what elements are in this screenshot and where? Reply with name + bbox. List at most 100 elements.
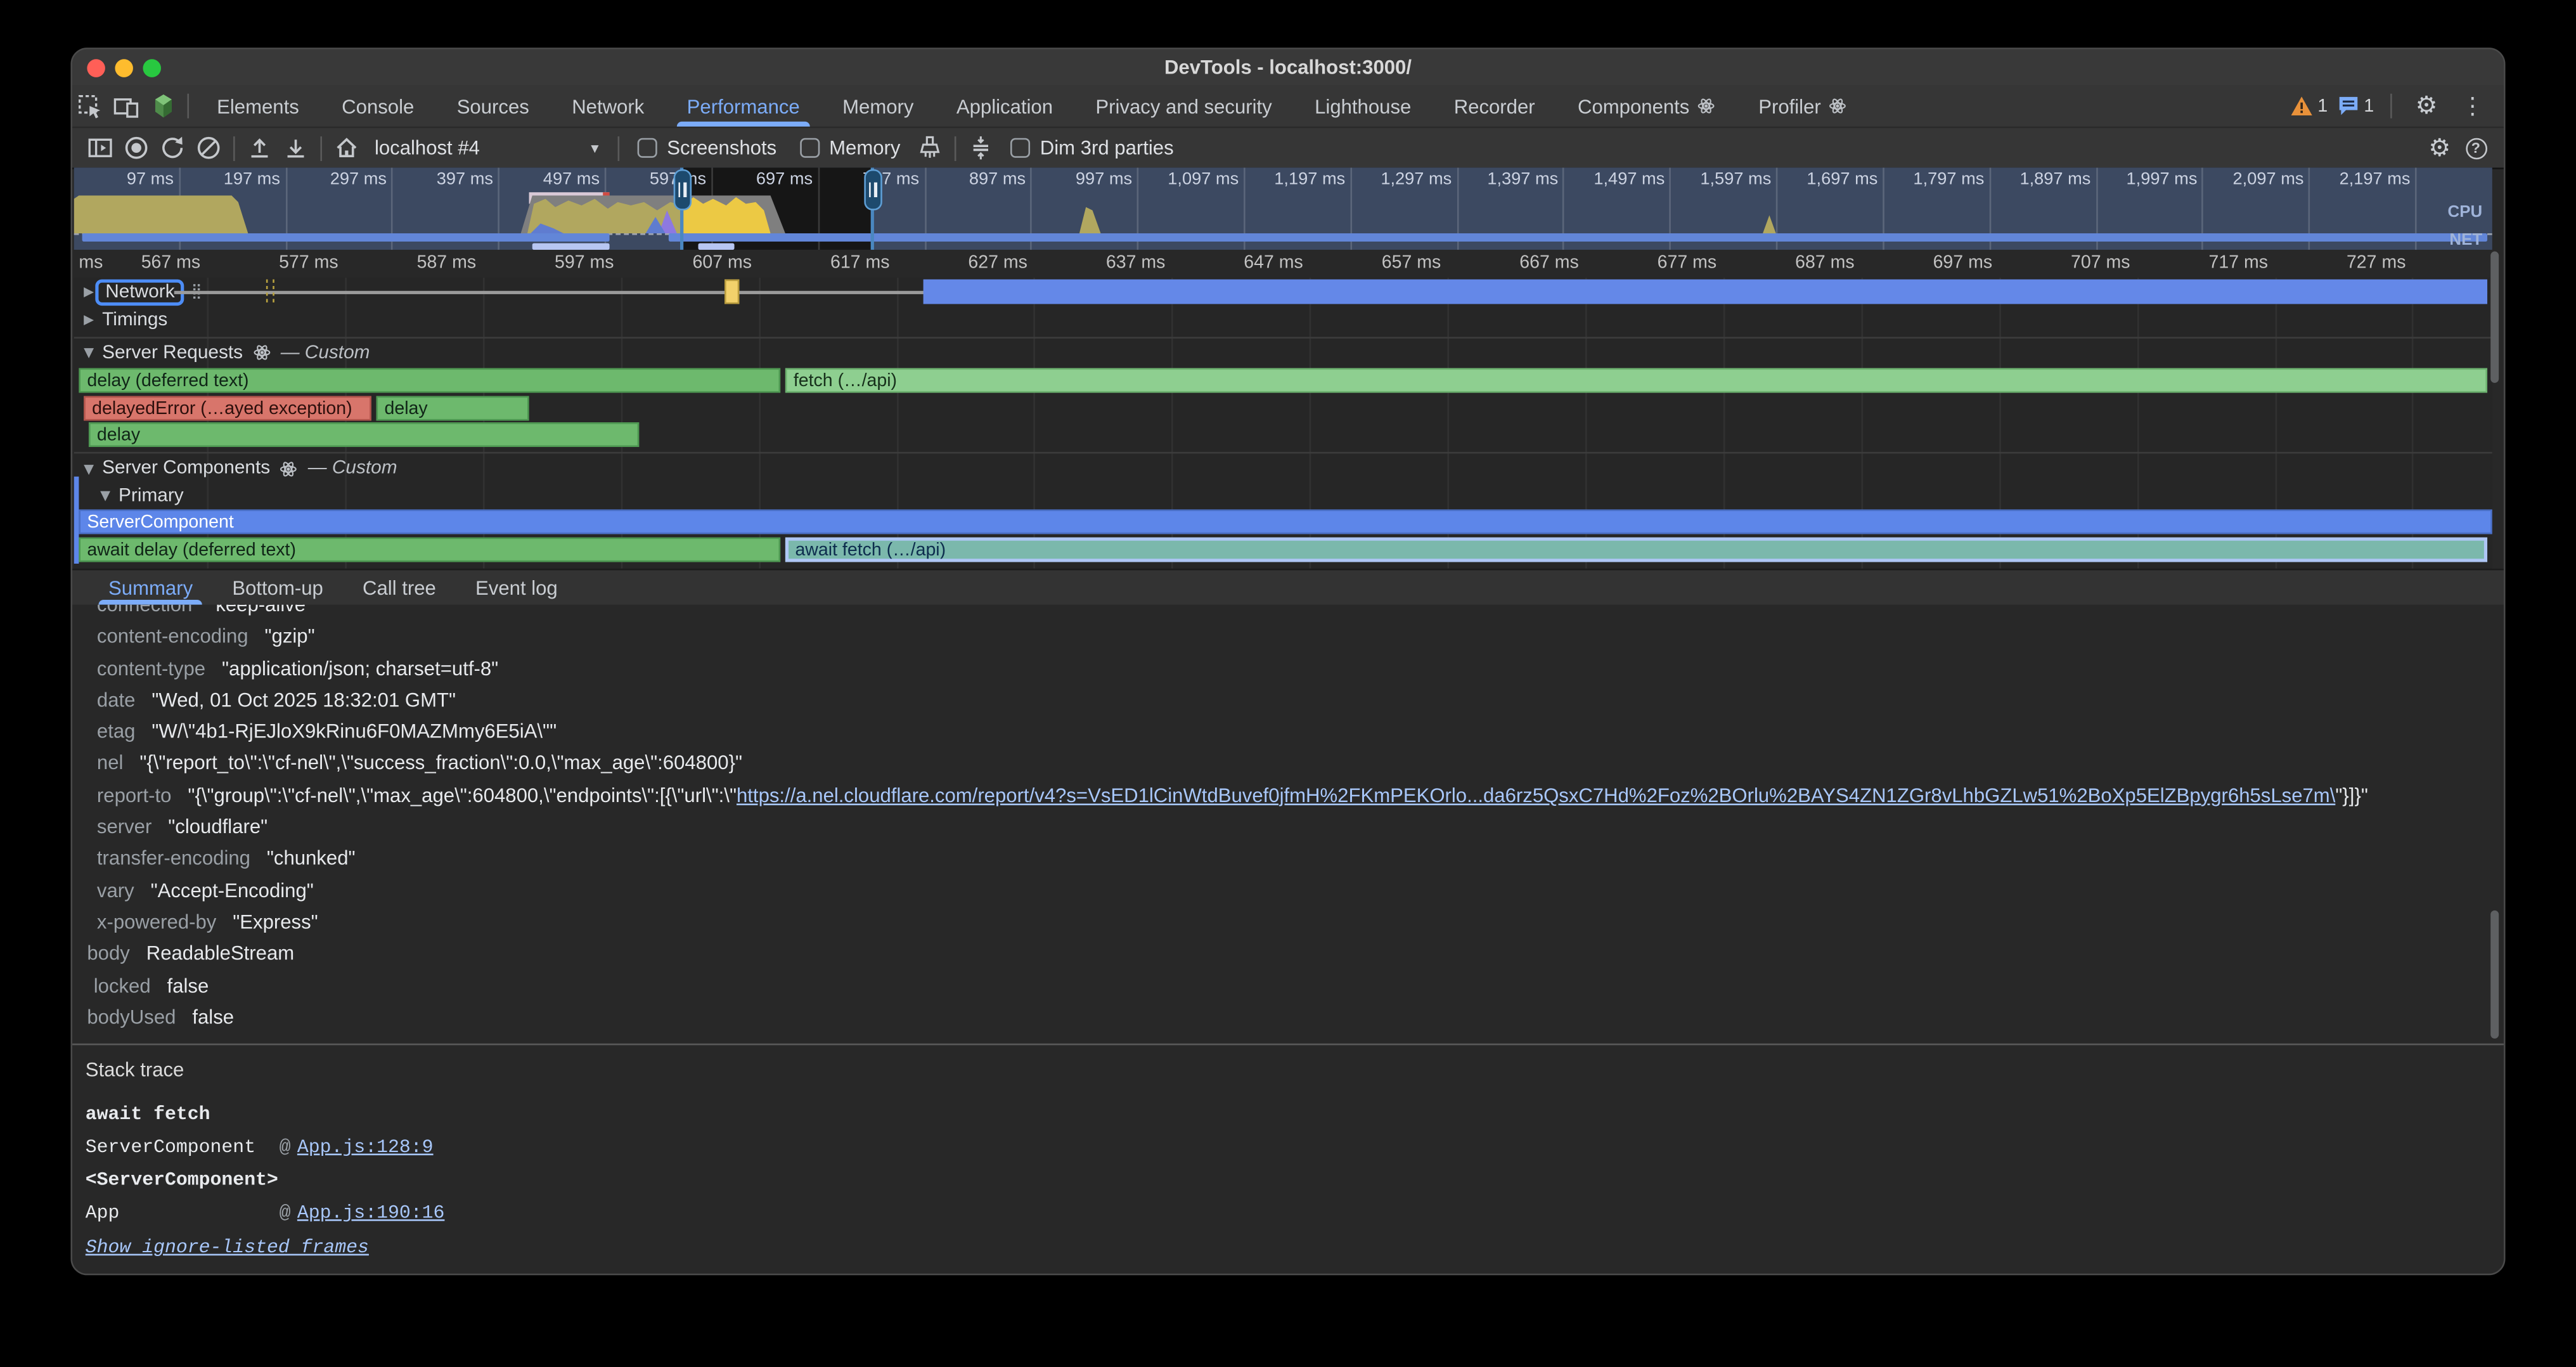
messages-badge[interactable]: 1: [2338, 95, 2374, 117]
collapse-triangle-icon[interactable]: ▶: [84, 312, 94, 327]
selection-handle-left[interactable]: [673, 169, 691, 211]
header-row: lockedfalse: [72, 971, 2504, 1002]
atom-icon: [1697, 97, 1716, 115]
timeline-overview[interactable]: 97 ms197 ms297 ms397 ms497 ms597 ms697 m…: [74, 167, 2492, 250]
record-icon[interactable]: [119, 131, 155, 164]
load-profile-icon[interactable]: [242, 131, 278, 164]
capture-settings-gear-icon[interactable]: ⚙: [2421, 131, 2457, 164]
reload-record-icon[interactable]: [155, 131, 191, 164]
event-bar[interactable]: delay: [89, 422, 639, 447]
selection-handle-right[interactable]: [863, 169, 882, 211]
overview-tick-label: 1,197 ms: [1274, 169, 1345, 189]
header-key: bodyUsed: [87, 1006, 176, 1028]
inspect-element-icon[interactable]: [72, 88, 108, 124]
tab-label: Sources: [457, 94, 529, 117]
collapse-triangle-icon[interactable]: ▶: [84, 284, 94, 299]
event-bar-server-component[interactable]: ServerComponent: [79, 509, 2492, 534]
details-tab-summary[interactable]: Summary: [89, 570, 212, 604]
help-icon[interactable]: ?: [2457, 131, 2494, 164]
overview-tick-label: 2,197 ms: [2340, 169, 2411, 189]
header-key: content-encoding: [97, 625, 248, 648]
chevron-down-icon: ▼: [588, 141, 602, 155]
header-value: ReadableStream: [146, 942, 294, 965]
tab-elements[interactable]: Elements: [195, 86, 320, 127]
custom-track-suffix: — Custom: [308, 458, 397, 478]
header-key: locked: [94, 974, 151, 997]
header-key: etag: [97, 720, 136, 743]
collect-garbage-icon[interactable]: [912, 131, 948, 164]
header-value: "chunked": [267, 847, 356, 870]
network-request-bar[interactable]: [924, 280, 2487, 304]
checkbox-box[interactable]: [799, 138, 819, 158]
details-tab-bottom-up[interactable]: Bottom-up: [212, 570, 343, 604]
extension-gem-icon[interactable]: [145, 88, 181, 124]
track-separator: [74, 452, 2492, 454]
tab-lighthouse[interactable]: Lighthouse: [1293, 86, 1433, 127]
net-strip-label: NET: [2449, 231, 2482, 250]
toggle-sidebar-icon[interactable]: [82, 131, 119, 164]
history-select[interactable]: localhost #4▼: [364, 133, 611, 164]
overview-tick-label: 1,897 ms: [2019, 169, 2090, 189]
checkbox-box[interactable]: [638, 138, 657, 158]
tab-memory[interactable]: Memory: [821, 86, 935, 127]
event-bar-selected[interactable]: await fetch (…/api): [785, 536, 2487, 561]
device-toolbar-icon[interactable]: [108, 88, 145, 124]
tracks-scrollbar-thumb[interactable]: [2490, 252, 2499, 383]
divider: [618, 136, 620, 160]
report-to-url-link[interactable]: https://a.nel.cloudflare.com/report/v4?s…: [737, 784, 2335, 807]
tab-privacy-and-security[interactable]: Privacy and security: [1074, 86, 1294, 127]
settings-gear-icon[interactable]: ⚙: [2409, 88, 2445, 124]
atom-icon: [253, 344, 271, 362]
checkbox-box[interactable]: [1010, 138, 1030, 158]
ruler-tick-label: 637 ms: [1106, 253, 1166, 273]
save-profile-icon[interactable]: [278, 131, 314, 164]
tab-network[interactable]: Network: [551, 86, 666, 127]
collapse-triangle-icon[interactable]: ▼: [84, 461, 94, 476]
stack-frame-source-link[interactable]: App.js:190:16: [297, 1203, 445, 1224]
tab-console[interactable]: Console: [320, 86, 435, 127]
dim-3rd-parties-checkbox[interactable]: Dim 3rd parties: [1010, 136, 1174, 159]
details-scrollbar-thumb[interactable]: [2490, 910, 2499, 1039]
header-value: "{\"report_to\":\"cf-nel\",\"success_fra…: [139, 752, 742, 775]
ruler-tick-label: 687 ms: [1795, 253, 1855, 273]
track-server-components-header: ▼ Server Components — Custom: [74, 455, 2492, 481]
tab-recorder[interactable]: Recorder: [1433, 86, 1556, 127]
details-tab-event-log[interactable]: Event log: [456, 570, 577, 604]
track-network: ▶Network⣿: [74, 278, 2492, 306]
ruler-tick-label: 587 ms: [417, 253, 477, 273]
divider: [233, 136, 235, 160]
tab-profiler[interactable]: Profiler: [1737, 86, 1869, 127]
track-network-label[interactable]: Network: [96, 278, 184, 304]
event-bar[interactable]: await delay (deferred text): [79, 536, 780, 561]
overview-tick-label: 1,797 ms: [1913, 169, 1984, 189]
tab-components[interactable]: Components: [1556, 86, 1737, 127]
collapse-triangle-icon[interactable]: ▼: [84, 345, 94, 360]
collapse-triangle-icon[interactable]: ▼: [100, 488, 110, 503]
track-server-components-label: Server Components: [102, 458, 270, 478]
overview-tick-label: 397 ms: [437, 169, 493, 189]
event-bar[interactable]: delayedError (…ayed exception): [84, 395, 371, 420]
desktop: DevTools - localhost:3000/ ElementsConso…: [0, 0, 2576, 1367]
screenshots-checkbox[interactable]: Screenshots: [638, 136, 777, 159]
tab-application[interactable]: Application: [935, 86, 1074, 127]
header-key: connection: [97, 605, 192, 616]
show-ignore-listed-frames-link[interactable]: Show ignore-listed frames: [86, 1233, 369, 1266]
flame-chart-tracks: ▶Network⣿▶Timings▼Server Requests— Custo…: [74, 278, 2492, 569]
clear-icon[interactable]: [191, 131, 227, 164]
header-value: "gzip": [264, 625, 314, 648]
stack-frame-source-link[interactable]: App.js:128:9: [297, 1137, 434, 1159]
home-icon[interactable]: [328, 131, 364, 164]
event-bar[interactable]: delay (deferred text): [79, 368, 780, 393]
memory-checkbox[interactable]: Memory: [799, 136, 900, 159]
event-bar[interactable]: fetch (…/api): [785, 368, 2487, 393]
network-request-chip[interactable]: [724, 280, 739, 304]
tab-performance[interactable]: Performance: [666, 86, 821, 127]
warnings-badge[interactable]: 1: [2289, 95, 2328, 117]
divider: [320, 136, 322, 160]
kebab-menu-icon[interactable]: ⋮: [2454, 88, 2490, 124]
event-bar[interactable]: delay: [377, 395, 529, 420]
tab-label: Profiler: [1758, 94, 1821, 117]
compress-trace-icon[interactable]: [963, 131, 999, 164]
tab-sources[interactable]: Sources: [435, 86, 551, 127]
details-tab-call-tree[interactable]: Call tree: [343, 570, 456, 604]
